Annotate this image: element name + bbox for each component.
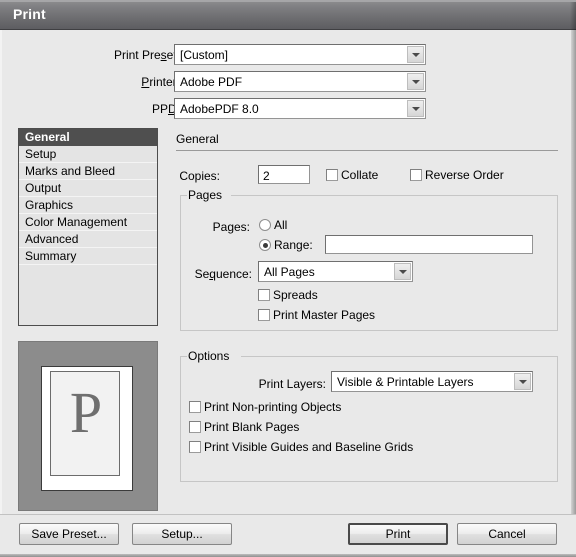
checkbox-box[interactable]	[258, 309, 270, 321]
pane-title: General	[176, 132, 219, 146]
printer-value: Adobe PDF	[180, 75, 243, 89]
copies-row: Copies:	[150, 167, 220, 188]
print-blank-pages-label: Print Blank Pages	[204, 420, 300, 434]
reverse-order-label: Reverse Order	[425, 168, 504, 182]
pane-title-rule	[176, 150, 558, 151]
sequence-row: Sequence:	[180, 265, 252, 286]
cancel-button[interactable]: Cancel	[457, 523, 557, 545]
print-layers-value: Visible & Printable Layers	[337, 375, 474, 389]
checkbox-box[interactable]	[189, 421, 201, 433]
sequence-dropdown[interactable]: All Pages	[258, 261, 413, 282]
pages-label: Pages:	[212, 220, 250, 234]
ppd-value: AdobePDF 8.0	[180, 102, 259, 116]
options-group-label: Options	[188, 349, 230, 363]
sidebar-item-setup[interactable]: Setup	[19, 146, 157, 163]
chevron-down-icon[interactable]	[407, 46, 424, 63]
sequence-value: All Pages	[264, 265, 315, 279]
sidebar-item-marks-and-bleed[interactable]: Marks and Bleed	[19, 163, 157, 180]
checkbox-box[interactable]	[189, 441, 201, 453]
save-preset-button[interactable]: Save Preset...	[19, 523, 119, 545]
checkbox-box[interactable]	[189, 401, 201, 413]
spreads-label: Spreads	[273, 288, 318, 302]
radio-circle[interactable]	[259, 239, 271, 251]
print-preset-value: [Custom]	[180, 48, 229, 62]
dialog-right-edge	[571, 30, 576, 557]
print-layers-row: Print Layers:	[240, 375, 326, 396]
pages-range-label: Range:	[274, 238, 313, 252]
checkbox-box[interactable]	[326, 169, 338, 181]
print-master-pages-label: Print Master Pages	[273, 308, 376, 322]
pages-row: Pages:	[150, 218, 250, 239]
sequence-label: Sequence:	[194, 267, 252, 281]
copies-input[interactable]	[258, 165, 310, 184]
printer-dropdown[interactable]: Adobe PDF	[174, 71, 426, 92]
print-preset-row: Print Preset:	[100, 46, 180, 67]
sidebar-item-general[interactable]: General	[19, 129, 157, 146]
chevron-down-icon[interactable]	[394, 263, 411, 280]
checkbox-box[interactable]	[410, 169, 422, 181]
page-preview: P	[18, 341, 158, 511]
setup-button[interactable]: Setup...	[132, 523, 232, 545]
print-layers-dropdown[interactable]: Visible & Printable Layers	[331, 371, 533, 392]
chevron-down-icon[interactable]	[407, 73, 424, 90]
preview-page: P	[50, 371, 120, 476]
page-range-input[interactable]	[325, 235, 533, 254]
pages-all-label: All	[274, 218, 288, 232]
print-preset-dropdown[interactable]: [Custom]	[174, 44, 426, 65]
sidebar-item-summary[interactable]: Summary	[19, 248, 157, 265]
sidebar-item-advanced[interactable]: Advanced	[19, 231, 157, 248]
title-bar: Print	[0, 0, 576, 30]
chevron-down-icon[interactable]	[407, 100, 424, 117]
print-button[interactable]: Print	[348, 523, 448, 545]
checkbox-box[interactable]	[258, 289, 270, 301]
copies-label: Copies:	[179, 169, 220, 183]
preview-letter: P	[69, 380, 103, 445]
chevron-down-icon[interactable]	[514, 373, 531, 390]
preview-sheet: P	[41, 366, 133, 491]
title-bar-edge-shadow	[570, 0, 576, 30]
collate-label: Collate	[341, 168, 379, 182]
sidebar-item-output[interactable]: Output	[19, 180, 157, 197]
print-layers-label: Print Layers:	[258, 377, 326, 391]
print-preset-label: Print Preset:	[113, 48, 180, 62]
radio-circle[interactable]	[259, 219, 271, 231]
sidebar-item-graphics[interactable]: Graphics	[19, 197, 157, 214]
ppd-row: PPD:	[100, 100, 180, 121]
print-dialog: Print Print Preset: [Custom] Printer: Ad…	[0, 0, 576, 557]
print-visible-guides-label: Print Visible Guides and Baseline Grids	[204, 440, 414, 454]
window-title: Print	[13, 6, 46, 22]
printer-row: Printer:	[100, 73, 180, 94]
dialog-footer: Save Preset... Setup... Print Cancel	[0, 514, 576, 557]
sidebar-item-color-management[interactable]: Color Management	[19, 214, 157, 231]
settings-nav-list[interactable]: General Setup Marks and Bleed Output Gra…	[18, 128, 158, 326]
print-nonprinting-objects-label: Print Non-printing Objects	[204, 400, 342, 414]
pages-group-label: Pages	[188, 188, 223, 202]
ppd-dropdown[interactable]: AdobePDF 8.0	[174, 98, 426, 119]
